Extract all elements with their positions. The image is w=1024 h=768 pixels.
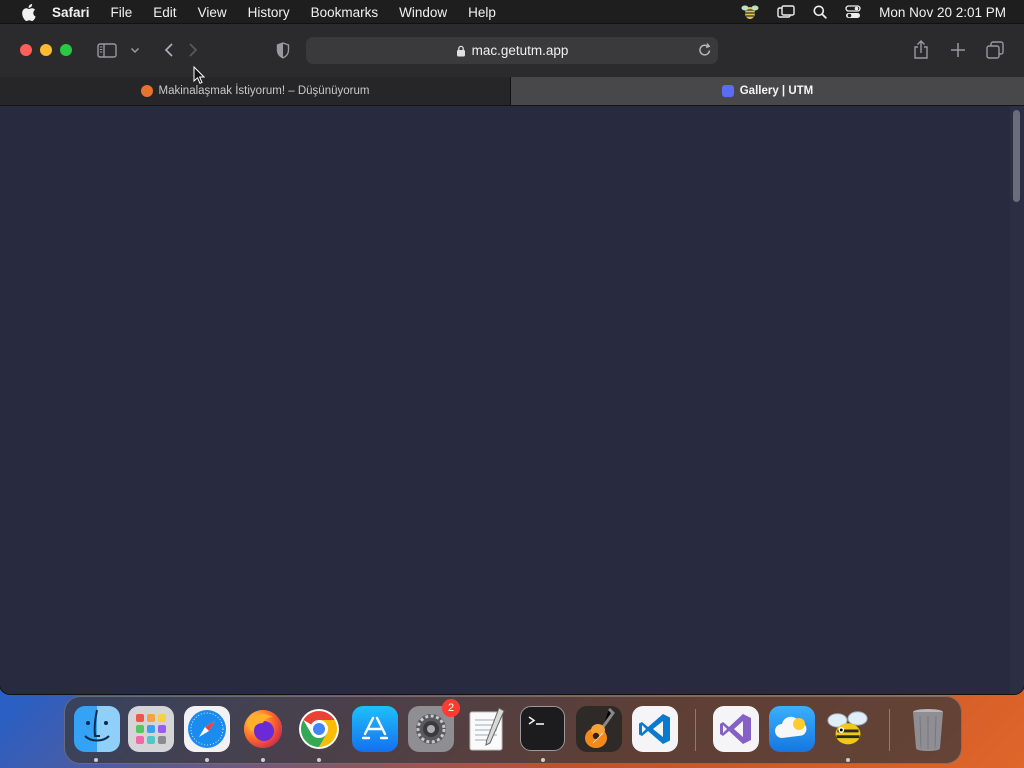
sidebar-toggle-icon[interactable]	[96, 40, 118, 60]
visual-studio-icon[interactable]	[713, 706, 759, 752]
running-indicator	[317, 758, 321, 762]
trash-icon[interactable]	[905, 706, 951, 752]
menu-history[interactable]: History	[248, 5, 290, 20]
menu-bar: Safari File Edit View History Bookmarks …	[0, 0, 1024, 24]
tab-title: Gallery | UTM	[739, 85, 814, 97]
running-indicator	[205, 758, 209, 762]
privacy-shield-icon[interactable]	[274, 40, 292, 60]
menu-window[interactable]: Window	[399, 5, 447, 20]
app-store-icon[interactable]	[352, 706, 398, 752]
tab-gallery-utm[interactable]: Gallery | UTM	[511, 77, 1024, 105]
reload-icon[interactable]	[698, 42, 712, 61]
running-indicator	[846, 758, 850, 762]
safari-icon[interactable]	[184, 706, 230, 752]
firefox-icon[interactable]	[240, 706, 286, 752]
browser-toolbar: mac.getutm.app	[0, 24, 1024, 78]
notification-badge: 2	[442, 699, 460, 717]
control-center-icon[interactable]	[845, 5, 861, 19]
menu-edit[interactable]: Edit	[153, 5, 176, 20]
apple-menu-icon[interactable]	[18, 2, 38, 22]
close-window-button[interactable]	[20, 44, 32, 56]
menu-app-name[interactable]: Safari	[52, 5, 90, 20]
running-indicator	[261, 758, 265, 762]
screen-mirroring-icon[interactable]	[777, 5, 795, 19]
mouse-cursor-icon	[193, 65, 206, 89]
terminal-icon[interactable]	[520, 706, 565, 751]
bee-status-icon[interactable]	[741, 4, 759, 20]
minimize-window-button[interactable]	[40, 44, 52, 56]
tab-favicon-icon	[721, 85, 734, 97]
running-indicator	[541, 758, 545, 762]
icloud-icon[interactable]	[769, 706, 815, 752]
fullscreen-window-button[interactable]	[60, 44, 72, 56]
finder-icon[interactable]	[74, 706, 120, 752]
dock-separator	[695, 709, 696, 751]
address-bar[interactable]: mac.getutm.app	[306, 37, 718, 64]
running-indicator	[94, 758, 98, 762]
tab-bar: Makinalaşmak İstiyorum! – Düşünüyorum Ga…	[0, 77, 1024, 106]
new-tab-plus-icon[interactable]	[947, 39, 969, 61]
scrollbar-thumb[interactable]	[1013, 110, 1020, 202]
system-settings-icon[interactable]: 2	[408, 699, 460, 752]
launchpad-icon[interactable]	[128, 706, 174, 752]
google-chrome-icon[interactable]	[296, 706, 342, 752]
garageband-icon[interactable]	[576, 706, 622, 752]
chevron-down-icon[interactable]	[128, 42, 142, 58]
visual-studio-code-icon[interactable]	[632, 706, 678, 752]
menu-file[interactable]: File	[111, 5, 133, 20]
menubar-clock[interactable]: Mon Nov 20 2:01 PM	[879, 5, 1006, 20]
safari-window: mac.getutm.app Makinalaşmak İstiyorum! –…	[0, 24, 1024, 694]
forward-button[interactable]	[184, 40, 202, 60]
menu-view[interactable]: View	[198, 5, 227, 20]
textedit-icon[interactable]	[464, 706, 510, 752]
lock-icon	[456, 45, 466, 57]
menu-help[interactable]: Help	[468, 5, 496, 20]
back-button[interactable]	[160, 40, 178, 60]
page-content	[0, 106, 1010, 694]
menu-bookmarks[interactable]: Bookmarks	[311, 5, 379, 20]
spotlight-search-icon[interactable]	[813, 5, 827, 19]
tab-overview-icon[interactable]	[984, 39, 1006, 61]
tab-favicon-icon	[140, 85, 153, 97]
share-icon[interactable]	[910, 38, 932, 62]
tab-makinalasmak[interactable]: Makinalaşmak İstiyorum! – Düşünüyorum	[0, 77, 510, 105]
dock-separator	[889, 709, 890, 751]
dock: 2	[64, 696, 962, 764]
bee-app-icon[interactable]	[825, 706, 871, 752]
vertical-scrollbar[interactable]	[1010, 106, 1024, 694]
tab-title: Makinalaşmak İstiyorum! – Düşünüyorum	[158, 85, 370, 97]
address-url: mac.getutm.app	[471, 43, 569, 58]
